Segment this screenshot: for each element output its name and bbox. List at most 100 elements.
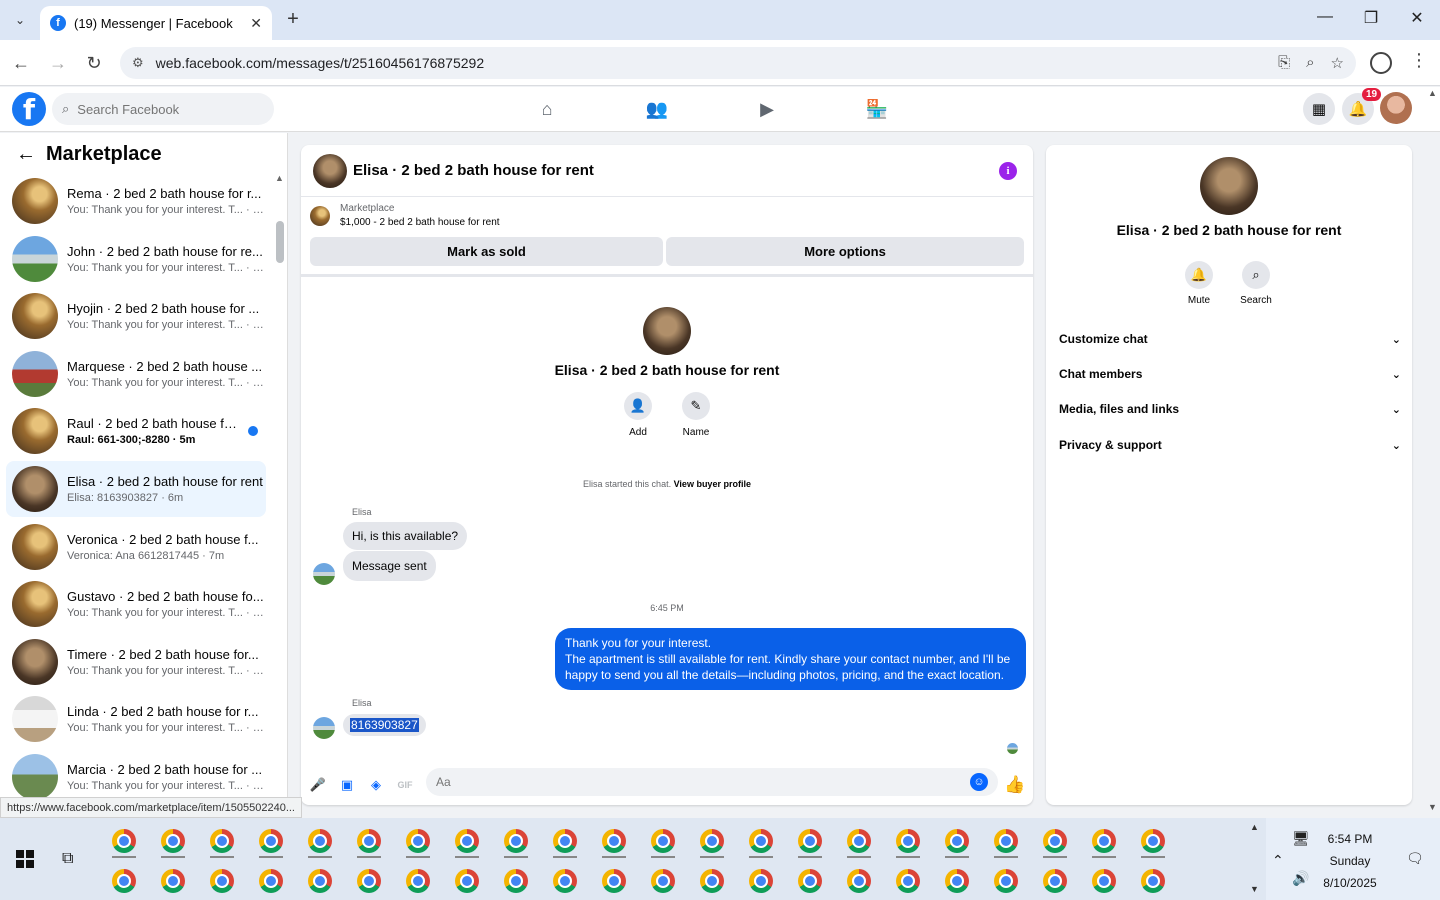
reload-icon[interactable]: ↻: [81, 50, 107, 76]
conversation-item[interactable]: Hyojin · 2 bed 2 bath house for ... You: …: [6, 288, 266, 344]
taskbar-scroll-up-icon[interactable]: ▲: [1250, 822, 1259, 832]
install-app-icon[interactable]: ⎘: [1278, 54, 1290, 72]
chrome-taskbar-icon[interactable]: [890, 864, 926, 898]
conversation-item[interactable]: Raul · 2 bed 2 bath house for ... Raul: 6…: [6, 403, 266, 459]
chrome-taskbar-icon[interactable]: [449, 864, 485, 898]
minimize-icon[interactable]: —: [1310, 8, 1340, 26]
video-icon[interactable]: ▶: [755, 97, 779, 121]
chrome-taskbar-icon[interactable]: [1037, 824, 1073, 858]
chrome-taskbar-icon[interactable]: [106, 864, 142, 898]
conversation-item[interactable]: Elisa · 2 bed 2 bath house for rent Elisa…: [6, 461, 266, 517]
maximize-icon[interactable]: ❐: [1356, 8, 1386, 28]
friends-icon[interactable]: 👥: [645, 97, 669, 121]
browser-tab[interactable]: f (19) Messenger | Facebook ✕: [40, 6, 272, 40]
message-bubble[interactable]: 8163903827: [343, 714, 426, 736]
chrome-taskbar-icon[interactable]: [841, 824, 877, 858]
intro-avatar[interactable]: [643, 307, 691, 355]
chrome-taskbar-icon[interactable]: [106, 824, 142, 858]
microphone-icon[interactable]: 🎤: [309, 776, 327, 794]
name-action[interactable]: ✎ Name: [676, 392, 716, 438]
facebook-logo-icon[interactable]: f: [12, 92, 46, 126]
chrome-taskbar-icon[interactable]: [1086, 824, 1122, 858]
site-settings-icon[interactable]: ⚙: [132, 55, 144, 71]
conversation-item[interactable]: Gustavo · 2 bed 2 bath house fo... You: T…: [6, 576, 266, 632]
chrome-taskbar-icon[interactable]: [547, 864, 583, 898]
account-avatar[interactable]: [1380, 92, 1412, 124]
chrome-taskbar-icon[interactable]: [155, 864, 191, 898]
chrome-taskbar-icon[interactable]: [743, 824, 779, 858]
chrome-taskbar-icon[interactable]: [988, 824, 1024, 858]
chrome-taskbar-icon[interactable]: [1135, 864, 1171, 898]
sender-avatar[interactable]: [313, 563, 335, 585]
chat-avatar[interactable]: [313, 153, 347, 188]
chrome-taskbar-icon[interactable]: [694, 864, 730, 898]
home-icon[interactable]: ⌂: [535, 97, 559, 121]
message-input[interactable]: [436, 775, 970, 789]
menu-grid-icon[interactable]: ▦: [1303, 93, 1335, 125]
tab-search-chevron-icon[interactable]: ⌄: [8, 8, 32, 32]
page-scroll-down-icon[interactable]: ▼: [1428, 802, 1437, 812]
chrome-taskbar-icon[interactable]: [939, 864, 975, 898]
outgoing-message-bubble[interactable]: Thank you for your interest. The apartme…: [555, 628, 1026, 690]
chrome-taskbar-icon[interactable]: [253, 864, 289, 898]
marketplace-icon[interactable]: 🏪: [865, 97, 889, 121]
browser-profile-icon[interactable]: [1370, 52, 1392, 74]
chrome-taskbar-icon[interactable]: [400, 824, 436, 858]
chrome-taskbar-icon[interactable]: [155, 824, 191, 858]
info-avatar[interactable]: [1200, 157, 1258, 215]
add-action[interactable]: 👤 Add: [618, 392, 658, 438]
bookmark-star-icon[interactable]: ☆: [1331, 54, 1344, 72]
sender-avatar[interactable]: [313, 717, 335, 739]
show-hidden-icons-chevron-icon[interactable]: ⌃: [1272, 852, 1284, 869]
chrome-taskbar-icon[interactable]: [645, 864, 681, 898]
chrome-taskbar-icon[interactable]: [351, 824, 387, 858]
chrome-taskbar-icon[interactable]: [498, 824, 534, 858]
conversation-item[interactable]: Marcia · 2 bed 2 bath house for ... You: …: [6, 749, 266, 797]
list-scroll-up-icon[interactable]: ▲: [275, 173, 284, 183]
chrome-taskbar-icon[interactable]: [204, 824, 240, 858]
forward-arrow-icon[interactable]: →: [45, 50, 71, 76]
chrome-taskbar-icon[interactable]: [743, 864, 779, 898]
conversation-item[interactable]: Marquese · 2 bed 2 bath house ... You: Th…: [6, 346, 266, 402]
info-icon[interactable]: i: [999, 162, 1017, 180]
chrome-taskbar-icon[interactable]: [302, 864, 338, 898]
chrome-taskbar-icon[interactable]: [939, 824, 975, 858]
chrome-taskbar-icon[interactable]: [498, 864, 534, 898]
chrome-taskbar-icon[interactable]: [253, 824, 289, 858]
zoom-icon[interactable]: ⌕: [1306, 54, 1314, 72]
thumbs-up-icon[interactable]: 👍: [1004, 775, 1025, 794]
chrome-taskbar-icon[interactable]: [890, 824, 926, 858]
chrome-taskbar-icon[interactable]: [645, 824, 681, 858]
url-omnibox[interactable]: ⚙ web.facebook.com/messages/t/2516045617…: [120, 47, 1356, 79]
chrome-taskbar-icon[interactable]: [596, 864, 632, 898]
chrome-taskbar-icon[interactable]: [841, 864, 877, 898]
chrome-taskbar-icon[interactable]: [694, 824, 730, 858]
chrome-taskbar-icon[interactable]: [400, 864, 436, 898]
selected-phone-number[interactable]: 8163903827: [350, 718, 419, 732]
notifications-icon[interactable]: 🗨: [1406, 850, 1424, 867]
chrome-taskbar-icon[interactable]: [596, 824, 632, 858]
add-person-icon[interactable]: 👤: [624, 392, 652, 420]
customize-chat-section[interactable]: Customize chat ⌄: [1059, 326, 1401, 352]
facebook-search[interactable]: ⌕: [52, 93, 274, 125]
media-files-links-section[interactable]: Media, files and links ⌄: [1059, 396, 1401, 422]
chrome-taskbar-icon[interactable]: [351, 864, 387, 898]
task-view-icon[interactable]: ⧉: [62, 850, 73, 868]
facebook-search-input[interactable]: [77, 101, 248, 117]
conversation-item[interactable]: Linda · 2 bed 2 bath house for r... You: …: [6, 691, 266, 747]
clock[interactable]: 6:54 PM Sunday 8/10/2025: [1318, 828, 1382, 894]
page-scroll-up-icon[interactable]: ▲: [1428, 88, 1437, 98]
taskbar-scroll[interactable]: ▲ ▼: [1250, 822, 1262, 896]
browser-menu-icon[interactable]: ⋮: [1410, 50, 1428, 71]
chrome-taskbar-icon[interactable]: [792, 864, 828, 898]
list-scrollbar[interactable]: [276, 221, 284, 263]
chrome-taskbar-icon[interactable]: [1037, 864, 1073, 898]
chrome-taskbar-icon[interactable]: [792, 824, 828, 858]
sticker-icon[interactable]: ◈: [367, 776, 385, 794]
chrome-taskbar-icon[interactable]: [449, 824, 485, 858]
chrome-taskbar-icon[interactable]: [204, 864, 240, 898]
listing-row[interactable]: Marketplace $1,000 - 2 bed 2 bath house …: [310, 203, 500, 228]
chrome-taskbar-icon[interactable]: [547, 824, 583, 858]
chrome-taskbar-icon[interactable]: [988, 864, 1024, 898]
search-action[interactable]: ⌕ Search: [1231, 261, 1281, 306]
